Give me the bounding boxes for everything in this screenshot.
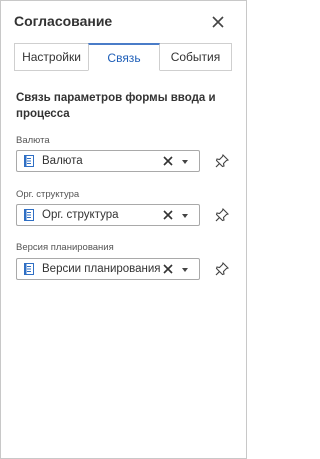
- org-structure-value: Орг. структура: [42, 209, 119, 221]
- chevron-down-icon[interactable]: [182, 214, 188, 218]
- chevron-down-icon[interactable]: [182, 160, 188, 164]
- field-label-planning-version: Версия планирования: [16, 242, 114, 253]
- currency-value: Валюта: [42, 155, 83, 167]
- pin-icon[interactable]: [215, 262, 229, 276]
- document-icon: [24, 155, 34, 167]
- planning-version-select[interactable]: Версии планирования: [16, 258, 200, 280]
- settings-panel: Согласование Настройки Связь События Свя…: [0, 0, 247, 459]
- tab-bar: Настройки Связь События: [14, 43, 232, 71]
- field-label-org-structure: Орг. структура: [16, 189, 80, 200]
- section-title: Связь параметров формы ввода и процесса: [16, 92, 216, 120]
- close-button[interactable]: [208, 12, 228, 32]
- close-icon: [212, 16, 224, 28]
- tab-events[interactable]: События: [160, 43, 232, 71]
- tab-link[interactable]: Связь: [88, 43, 160, 71]
- clear-icon[interactable]: [162, 263, 174, 275]
- currency-select[interactable]: Валюта: [16, 150, 200, 172]
- clear-icon[interactable]: [162, 209, 174, 221]
- planning-version-value: Версии планирования: [42, 263, 160, 275]
- tab-settings[interactable]: Настройки: [14, 43, 88, 71]
- field-label-currency: Валюта: [16, 135, 50, 146]
- panel-title: Согласование: [14, 13, 113, 29]
- clear-icon[interactable]: [162, 155, 174, 167]
- pin-icon[interactable]: [215, 154, 229, 168]
- org-structure-select[interactable]: Орг. структура: [16, 204, 200, 226]
- chevron-down-icon[interactable]: [182, 268, 188, 272]
- document-icon: [24, 263, 34, 275]
- document-icon: [24, 209, 34, 221]
- panel-header: Согласование: [14, 13, 234, 33]
- pin-icon[interactable]: [215, 208, 229, 222]
